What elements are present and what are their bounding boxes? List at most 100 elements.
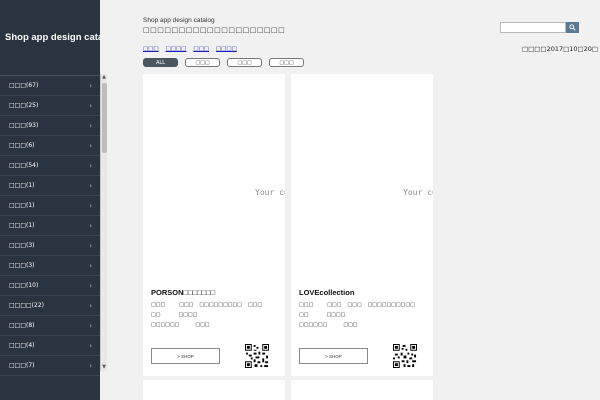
sidebar-title[interactable]: Shop app design catalog (0, 0, 100, 76)
nav-link[interactable]: □□□ (193, 46, 209, 52)
chevron-right-icon: › (89, 121, 92, 130)
category-label: □□□(54) (9, 162, 39, 169)
category-label: □□□(1) (9, 202, 35, 209)
info-text: □□□□□□ (299, 322, 328, 328)
app-card-partial[interactable] (143, 380, 285, 400)
sidebar-scrollbar[interactable]: ▲ ▼ (100, 74, 107, 371)
shop-button[interactable]: > SHOP (151, 348, 220, 364)
category-label: □□□(8) (9, 322, 35, 329)
category-item[interactable]: □□□(93) › (0, 116, 100, 136)
category-item[interactable]: □□□(8) › (0, 316, 100, 336)
chevron-right-icon: › (89, 81, 92, 90)
placeholder-text: Your cu (255, 188, 285, 197)
category-item[interactable]: □□□(3) › (0, 256, 100, 276)
category-item[interactable]: □□□(67) › (0, 76, 100, 96)
shop-button[interactable]: > SHOP (299, 348, 368, 364)
search-button[interactable] (566, 22, 579, 33)
category-item[interactable]: □□□(4) › (0, 336, 100, 356)
category-label: □□□(3) (9, 242, 35, 249)
info-text: □□□□ (178, 312, 198, 318)
filter-button[interactable]: □□□ (269, 58, 304, 67)
update-date: □□□□2017□10□20□ (522, 45, 599, 53)
app-card[interactable]: Your cu PORSON□□□□□□□ □□□ □□□ □□□□□□□□□ … (143, 74, 285, 376)
nav-link[interactable]: □□□ (143, 46, 159, 52)
scroll-up-arrow-icon[interactable]: ▲ (101, 74, 107, 81)
info-text: □□□□□□ (151, 322, 180, 328)
category-item[interactable]: □□□(25) › (0, 96, 100, 116)
category-label: □□□(10) (9, 282, 39, 289)
info-text: □□□□□□□□□ (199, 302, 242, 308)
app-name[interactable]: LOVEcollection (299, 288, 354, 297)
category-item[interactable]: □□□(1) › (0, 196, 100, 216)
chevron-right-icon: › (89, 361, 92, 370)
app-info: □□□ □□□ □□□ □□□□□□□□□□ □□ □□□□ □□□□□□ □□… (299, 300, 415, 330)
search-input[interactable] (500, 22, 566, 33)
info-text: □□□ (343, 322, 358, 328)
chevron-right-icon: › (89, 201, 92, 210)
search-icon (569, 24, 576, 31)
nav-links: □□□ □□□□ □□□ □□□□ (143, 46, 237, 52)
category-item[interactable]: □□□(3) › (0, 236, 100, 256)
category-label: □□□□(22) (9, 302, 44, 309)
app-card[interactable]: Your cu LOVEcollection □□□ □□□ □□□ □□□□□… (291, 74, 433, 376)
category-label: □□□(93) (9, 122, 39, 129)
qr-code-icon (245, 344, 269, 368)
chevron-right-icon: › (89, 301, 92, 310)
info-text: □□ (299, 312, 309, 318)
filter-button[interactable]: □□□ (185, 58, 220, 67)
chevron-right-icon: › (89, 281, 92, 290)
chevron-right-icon: › (89, 261, 92, 270)
category-item[interactable]: □□□(10) › (0, 276, 100, 296)
category-label: □□□(3) (9, 262, 35, 269)
category-label: □□□(1) (9, 182, 35, 189)
info-text: □□□ (299, 302, 314, 308)
category-item[interactable]: □□□□(22) › (0, 296, 100, 316)
site-name: Shop app design catalog (143, 17, 215, 24)
chevron-right-icon: › (89, 181, 92, 190)
category-label: □□□(4) (9, 342, 35, 349)
category-label: □□□(25) (9, 102, 39, 109)
category-item[interactable]: □□□(6) › (0, 136, 100, 156)
qr-code-icon (393, 344, 417, 368)
app-info: □□□ □□□ □□□□□□□□□ □□□ □□ □□□□ □□□□□□ □□□ (151, 300, 262, 330)
scrollbar-thumb[interactable] (102, 83, 107, 153)
filter-all-button[interactable]: ALL (143, 58, 178, 67)
category-label: □□□(6) (9, 142, 35, 149)
category-label: □□□(1) (9, 222, 35, 229)
info-text: □□□ (247, 302, 263, 308)
info-text: □□□□ (326, 312, 346, 318)
chevron-right-icon: › (89, 221, 92, 230)
nav-link[interactable]: □□□□ (166, 46, 187, 52)
category-list: □□□(67) › □□□(25) › □□□(93) › □□□(6) › □□□(5… (0, 76, 100, 376)
app-screenshot[interactable]: Your cu (291, 74, 433, 284)
category-label: □□□(7) (9, 362, 35, 369)
info-text: □□□ (327, 302, 342, 308)
info-text: □□ (151, 312, 161, 318)
chevron-right-icon: › (89, 161, 92, 170)
category-item[interactable]: □□□(1) › (0, 176, 100, 196)
category-item[interactable]: □□□(1) › (0, 216, 100, 236)
nav-link[interactable]: □□□□ (216, 46, 237, 52)
chevron-right-icon: › (89, 241, 92, 250)
info-text: □□□ (151, 302, 166, 308)
chevron-right-icon: › (89, 321, 92, 330)
site-subtitle: □□□□□□□□□□□□□□□□□□□□ (143, 26, 286, 34)
app-card-partial[interactable] (291, 380, 433, 400)
app-name[interactable]: PORSON□□□□□□□ (151, 288, 215, 297)
info-text: □□□□□□□□□□ (367, 302, 415, 308)
category-item[interactable]: □□□(7) › (0, 356, 100, 376)
category-label: □□□(67) (9, 82, 39, 89)
info-text: □□□ (347, 302, 362, 308)
sidebar: Shop app design catalog □□□(67) › □□□(25)… (0, 0, 100, 400)
filter-button[interactable]: □□□ (227, 58, 262, 67)
chevron-right-icon: › (89, 101, 92, 110)
placeholder-text: Your cu (403, 188, 433, 197)
info-text: □□□ (179, 302, 194, 308)
info-text: □□□ (195, 322, 210, 328)
scroll-down-arrow-icon[interactable]: ▼ (101, 364, 107, 371)
app-screenshot[interactable]: Your cu (143, 74, 285, 284)
category-item[interactable]: □□□(54) › (0, 156, 100, 176)
filter-buttons: ALL □□□ □□□ □□□ (143, 58, 304, 67)
chevron-right-icon: › (89, 141, 92, 150)
chevron-right-icon: › (89, 341, 92, 350)
